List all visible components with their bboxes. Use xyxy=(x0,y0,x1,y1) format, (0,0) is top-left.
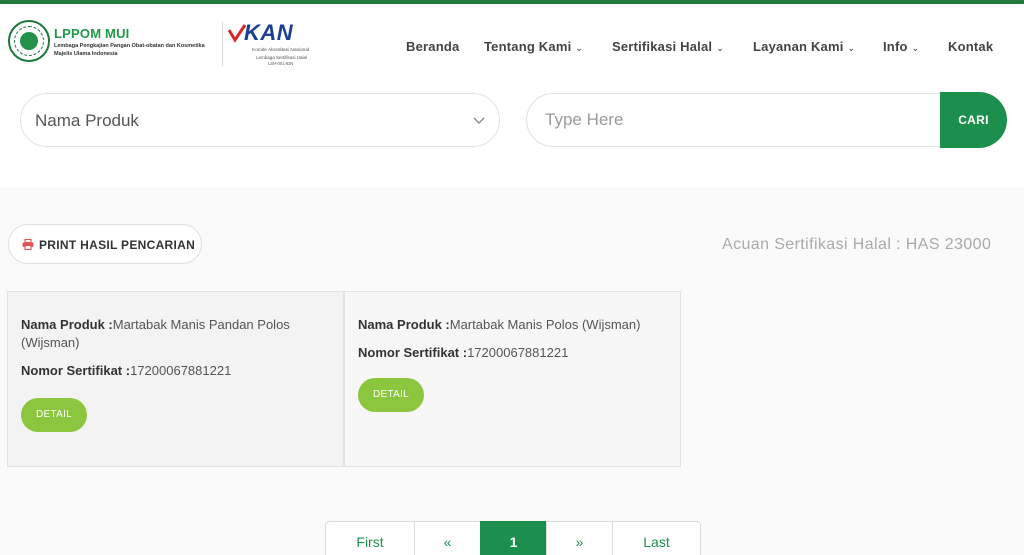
pagination-last[interactable]: Last xyxy=(612,521,701,555)
nav-beranda-label: Beranda xyxy=(406,39,460,54)
logo-divider xyxy=(222,22,223,66)
nav-kontak-label: Kontak xyxy=(948,39,994,54)
pagination-prev[interactable]: « xyxy=(414,521,481,555)
certificate-number-label: Nomor Sertifikat : xyxy=(358,345,468,360)
kan-subtitle-3: LSH-001-IDN xyxy=(268,61,294,66)
product-name-label: Nama Produk : xyxy=(21,317,113,332)
nav-layanan-kami-label: Layanan Kami xyxy=(753,39,844,54)
product-name-label: Nama Produk : xyxy=(358,317,450,332)
nav-info[interactable]: Info ⌄ xyxy=(883,39,919,54)
chevron-down-icon xyxy=(473,117,485,124)
pagination-current-page[interactable]: 1 xyxy=(480,521,547,555)
nav-sertifikasi-halal-label: Sertifikasi Halal xyxy=(612,39,713,54)
printer-icon xyxy=(22,239,34,250)
certificate-number: Nomor Sertifikat :17200067881221 xyxy=(358,344,568,362)
search-button[interactable]: CARI xyxy=(940,92,1007,148)
product-name-continued: (Wijsman) xyxy=(21,335,80,350)
logo-subtitle: Lembaga Pengkajian Pangan Obat-obatan da… xyxy=(54,42,224,58)
kan-logo-text: KAN xyxy=(244,20,294,45)
logo-subtitle-line1: Lembaga Pengkajian Pangan Obat-obatan da… xyxy=(54,43,205,49)
logo-subtitle-line2: Majelis Ulama Indonesia xyxy=(54,51,118,57)
product-name-value: Martabak Manis Pandan Polos xyxy=(112,317,290,332)
certificate-number: Nomor Sertifikat :17200067881221 xyxy=(21,362,231,380)
detail-button[interactable]: DETAIL xyxy=(358,378,424,412)
chevron-down-icon: ⌄ xyxy=(575,43,584,53)
pagination-next[interactable]: » xyxy=(546,521,613,555)
product-name: Nama Produk :Martabak Manis Pandan Polos xyxy=(21,316,290,334)
nav-kontak[interactable]: Kontak xyxy=(948,39,993,54)
logo-title[interactable]: LPPOM MUI xyxy=(54,26,129,41)
chevron-down-icon: ⌄ xyxy=(716,43,724,53)
pagination-first[interactable]: First xyxy=(325,521,415,555)
nav-tentang-kami[interactable]: Tentang Kami ⌄ xyxy=(484,39,583,54)
certificate-number-value: 17200067881221 xyxy=(467,345,569,360)
mui-logo-icon[interactable] xyxy=(8,20,50,62)
nav-layanan-kami[interactable]: Layanan Kami ⌄ xyxy=(753,39,855,54)
result-card: Nama Produk :Martabak Manis Pandan Polos… xyxy=(7,291,344,467)
chevron-down-icon: ⌄ xyxy=(911,43,920,53)
kan-subtitle-2: Lembaga Sertifikasi Halal xyxy=(256,55,308,60)
certificate-number-label: Nomor Sertifikat : xyxy=(21,363,131,378)
search-input[interactable] xyxy=(526,93,940,147)
certification-reference: Acuan Sertifikasi Halal : HAS 23000 xyxy=(722,236,992,253)
print-results-button[interactable]: PRINT HASIL PENCARIAN xyxy=(8,224,202,264)
search-field-select[interactable]: Nama Produk xyxy=(20,93,500,147)
detail-button[interactable]: DETAIL xyxy=(21,398,87,432)
certificate-number-value: 17200067881221 xyxy=(130,363,232,378)
nav-sertifikasi-halal[interactable]: Sertifikasi Halal ⌄ xyxy=(612,39,724,54)
nav-beranda[interactable]: Beranda xyxy=(406,39,459,54)
chevron-down-icon: ⌄ xyxy=(847,43,856,53)
product-name: Nama Produk :Martabak Manis Polos (Wijsm… xyxy=(358,316,640,334)
site-header: LPPOM MUI Lembaga Pengkajian Pangan Obat… xyxy=(0,4,1024,80)
kan-subtitle-1: Komite Akreditasi Nasional xyxy=(252,48,310,53)
print-results-label: PRINT HASIL PENCARIAN xyxy=(39,238,196,252)
nav-info-label: Info xyxy=(883,39,908,54)
result-card: Nama Produk :Martabak Manis Polos (Wijsm… xyxy=(344,291,681,467)
nav-tentang-kami-label: Tentang Kami xyxy=(484,39,572,54)
search-field-select-value: Nama Produk xyxy=(35,111,139,130)
search-section: Nama Produk CARI xyxy=(0,80,1024,187)
mui-logo-core xyxy=(20,32,38,50)
product-name-value: Martabak Manis Polos (Wijsman) xyxy=(449,317,641,332)
